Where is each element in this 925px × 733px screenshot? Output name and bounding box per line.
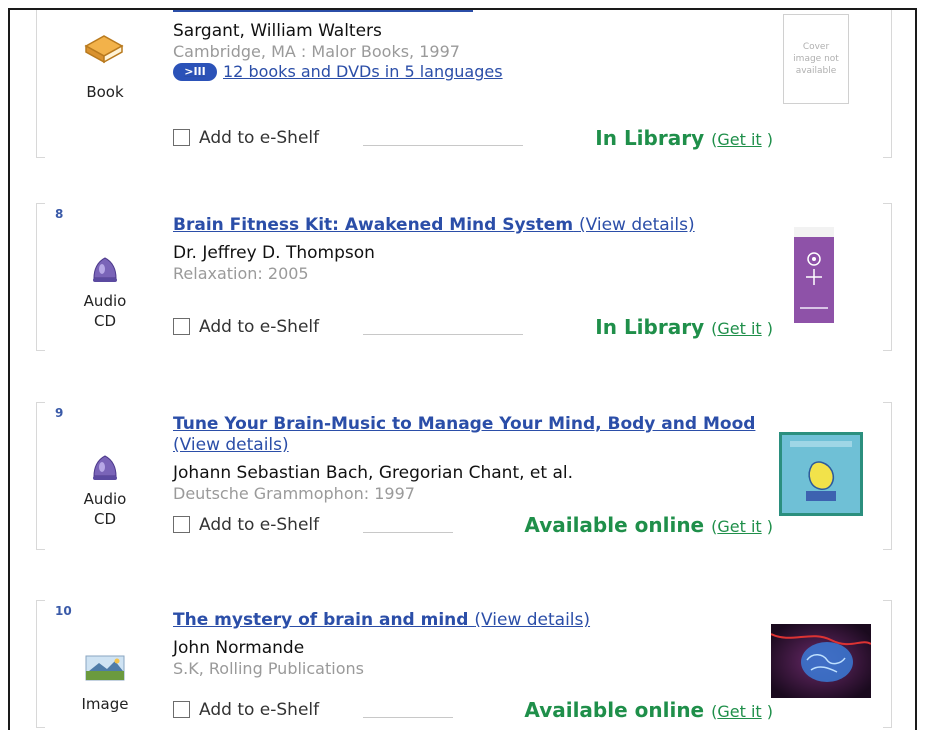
add-to-eshelf-label: Add to e-Shelf	[199, 128, 320, 148]
image-icon	[85, 655, 125, 681]
result-item-10: 10 Image The mystery of brain and mind (…	[36, 600, 892, 728]
cover-image[interactable]	[770, 624, 872, 698]
result-title-link[interactable]: The mystery of brain and mind (View deta…	[173, 610, 773, 631]
shelf-row: Add to e-Shelf Available online (Get it …	[173, 513, 773, 539]
status-text: In Library	[595, 126, 705, 150]
availability-status: Available online (Get it )	[524, 698, 773, 722]
audio-cd-icon	[93, 455, 117, 480]
add-to-eshelf-label: Add to e-Shelf	[199, 700, 320, 720]
status-text: Available online	[524, 513, 705, 537]
book-icon	[84, 35, 124, 64]
author: John Normande	[173, 638, 305, 658]
shelf-row: Add to e-Shelf In Library (Get it )	[173, 126, 773, 152]
title-text[interactable]: The mystery of brain and mind	[173, 610, 468, 630]
cover-art	[770, 624, 872, 698]
cover-image[interactable]	[779, 432, 863, 516]
type-label: Image	[81, 695, 129, 713]
shelf-row: Add to e-Shelf In Library (Get it )	[173, 315, 773, 341]
get-it-link[interactable]: (Get it )	[711, 319, 773, 338]
status-text: In Library	[595, 315, 705, 339]
status-text: Available online	[524, 698, 705, 722]
get-it-label[interactable]: Get it	[717, 130, 761, 149]
result-number: 10	[55, 604, 72, 618]
results-frame: Book Sargant, William Walters Cambridge,…	[8, 8, 917, 730]
related-editions-link[interactable]: >III 12 books and DVDs in 5 languages	[173, 61, 773, 83]
title-link-cut[interactable]	[173, 10, 473, 12]
result-item-7: Book Sargant, William Walters Cambridge,…	[36, 10, 892, 158]
cover-image[interactable]	[794, 227, 834, 323]
publisher: S.K, Rolling Publications	[173, 659, 364, 678]
result-title-link[interactable]: Brain Fitness Kit: Awakened Mind System …	[173, 215, 773, 236]
result-item-8: 8 Audio CD Brain Fitness Kit: Awakened M…	[36, 203, 892, 351]
publisher: Relaxation: 2005	[173, 264, 309, 283]
add-to-eshelf-checkbox[interactable]	[173, 129, 190, 146]
availability-status: In Library (Get it )	[595, 315, 773, 339]
title-text[interactable]: Tune Your Brain-Music to Manage Your Min…	[173, 414, 755, 434]
related-editions-label[interactable]: 12 books and DVDs in 5 languages	[223, 61, 503, 83]
result-title-link[interactable]: Tune Your Brain-Music to Manage Your Min…	[173, 414, 773, 456]
result-number: 8	[55, 207, 64, 221]
add-to-eshelf-checkbox[interactable]	[173, 701, 190, 718]
related-editions-icon[interactable]: >III	[173, 63, 217, 81]
availability-status: Available online (Get it )	[524, 513, 773, 537]
add-to-eshelf-checkbox[interactable]	[173, 318, 190, 335]
result-item-9: 9 Audio CD Tune Your Brain-Music to Mana…	[36, 402, 892, 550]
cover-image-placeholder[interactable]: Cover image not available	[783, 14, 849, 104]
publisher: Deutsche Grammophon: 1997	[173, 484, 415, 503]
result-number: 9	[55, 406, 64, 420]
get-it-label[interactable]: Get it	[717, 319, 761, 338]
author: Johann Sebastian Bach, Gregorian Chant, …	[173, 463, 573, 483]
type-label: Audio CD	[83, 490, 127, 528]
availability-status: In Library (Get it )	[595, 126, 773, 150]
get-it-label[interactable]: Get it	[717, 702, 761, 721]
add-to-eshelf-checkbox[interactable]	[173, 516, 190, 533]
get-it-link[interactable]: (Get it )	[711, 702, 773, 721]
cover-placeholder-text: Cover image not available	[793, 42, 839, 76]
add-to-eshelf-label: Add to e-Shelf	[199, 515, 320, 535]
author: Dr. Jeffrey D. Thompson	[173, 243, 375, 263]
audio-cd-icon	[93, 257, 117, 282]
author: Sargant, William Walters	[173, 21, 382, 41]
view-details-link[interactable]: (View details)	[474, 610, 590, 630]
get-it-link[interactable]: (Get it )	[711, 517, 773, 536]
get-it-label[interactable]: Get it	[717, 517, 761, 536]
title-text[interactable]: Brain Fitness Kit: Awakened Mind System	[173, 215, 573, 235]
get-it-link[interactable]: (Get it )	[711, 130, 773, 149]
add-to-eshelf-label: Add to e-Shelf	[199, 317, 320, 337]
shelf-row: Add to e-Shelf Available online (Get it …	[173, 698, 773, 724]
view-details-link[interactable]: (View details)	[579, 215, 695, 235]
type-label: Audio CD	[83, 292, 127, 330]
view-details-link[interactable]: (View details)	[173, 435, 289, 455]
type-label: Book	[86, 83, 124, 101]
cover-art	[794, 237, 834, 323]
publisher: Cambridge, MA : Malor Books, 1997	[173, 42, 460, 61]
cover-art	[782, 435, 860, 513]
